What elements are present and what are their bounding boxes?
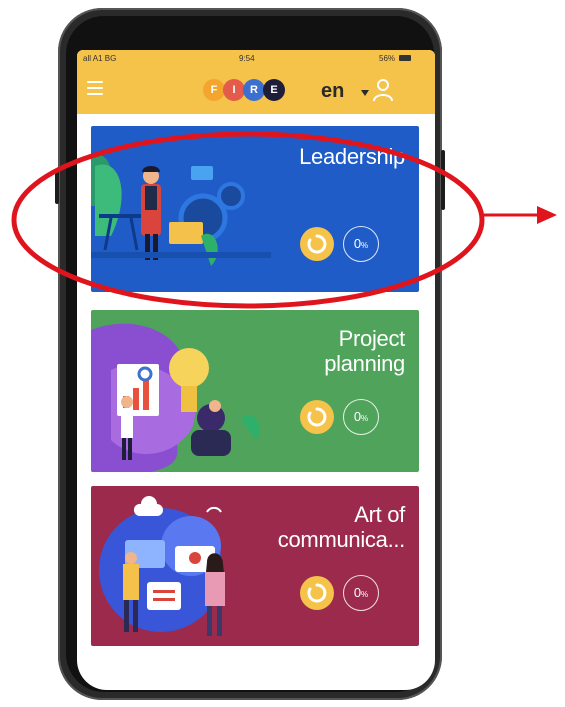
- project-planning-illustration: [91, 323, 260, 472]
- course-title: Leadership: [299, 144, 405, 169]
- battery-label: 56%: [379, 54, 396, 63]
- progress-badge: 0%: [343, 575, 379, 611]
- progress-unit: %: [361, 590, 369, 599]
- phone-notch: [168, 16, 332, 46]
- chevron-down-icon[interactable]: [361, 90, 369, 96]
- progress-value: 0: [353, 585, 362, 600]
- fire-logo: F I R E: [203, 79, 303, 101]
- volume-button: [55, 170, 59, 204]
- logo-letter: I: [223, 79, 245, 101]
- app-screen: all A1 BG 9:54 56% F I R E en Leadership…: [77, 50, 435, 690]
- logo-letter: R: [243, 79, 265, 101]
- battery-icon: [399, 55, 411, 61]
- user-icon[interactable]: [373, 78, 393, 102]
- course-card-project-planning[interactable]: Project planning 0%: [91, 310, 419, 472]
- course-title-line: Project: [338, 326, 406, 351]
- course-title: Art of communica...: [277, 502, 406, 552]
- power-button: [441, 150, 445, 210]
- course-title-line: Art of: [354, 502, 405, 527]
- arrow-head-icon: [537, 206, 557, 224]
- course-card-art-of-communication[interactable]: Art of communica... 0%: [91, 486, 419, 646]
- progress-value: 0: [353, 236, 362, 251]
- course-title-line: communica...: [277, 527, 406, 552]
- course-title-line: planning: [324, 351, 405, 376]
- progress-unit: %: [361, 241, 369, 250]
- carrier-label: all A1 BG: [83, 54, 117, 63]
- app-header: F I R E en: [77, 68, 435, 114]
- leadership-illustration: [91, 154, 271, 266]
- status-bar: all A1 BG 9:54 56%: [77, 50, 435, 68]
- language-selector[interactable]: en: [321, 80, 344, 103]
- progress-badge: 0%: [343, 399, 379, 435]
- progress-value: 0: [353, 409, 362, 424]
- logo-letter: F: [203, 79, 225, 101]
- logo-letter: E: [263, 79, 285, 101]
- refresh-icon[interactable]: [300, 400, 334, 434]
- course-title: Project planning: [324, 326, 405, 376]
- refresh-icon[interactable]: [300, 576, 334, 610]
- refresh-icon[interactable]: [300, 227, 334, 261]
- communication-illustration: [99, 496, 225, 636]
- hamburger-menu-icon[interactable]: [87, 81, 103, 95]
- course-card-leadership[interactable]: Leadership 0%: [91, 126, 419, 292]
- progress-badge: 0%: [343, 226, 379, 262]
- clock: 9:54: [239, 54, 255, 63]
- progress-unit: %: [361, 414, 369, 423]
